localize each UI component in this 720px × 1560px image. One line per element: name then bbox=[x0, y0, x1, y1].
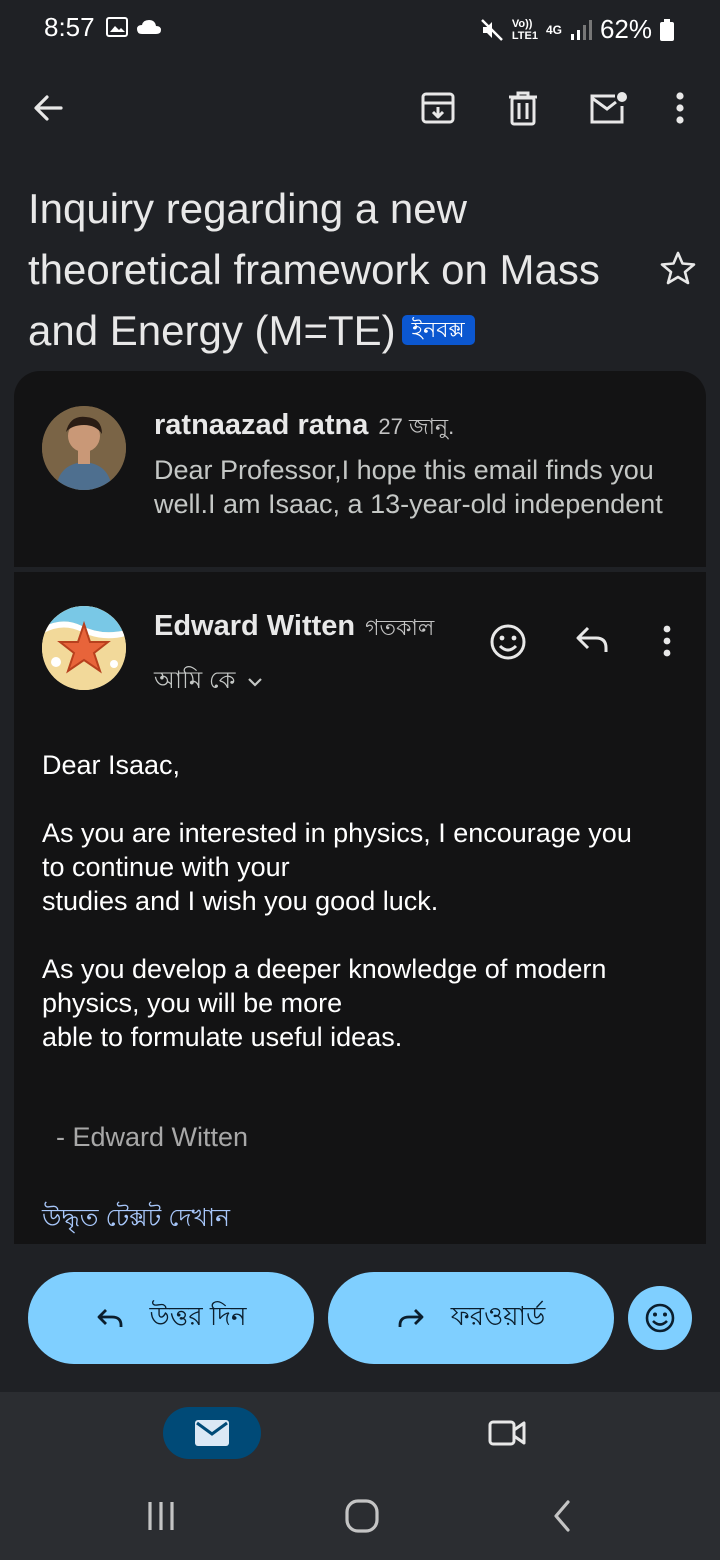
battery-percent: 62% bbox=[599, 14, 652, 44]
inbox-label-badge[interactable]: ইনবক্স bbox=[401, 314, 475, 345]
clock: 8:57 bbox=[44, 12, 95, 42]
signature: - Edward Witten bbox=[56, 1122, 249, 1152]
avatar[interactable] bbox=[42, 406, 126, 490]
star-icon[interactable] bbox=[656, 246, 700, 290]
sender-line: Edward Witten গতকাল bbox=[154, 610, 434, 648]
mail-tab[interactable] bbox=[163, 1407, 261, 1459]
network-type-label: Vo)) LTE1 bbox=[511, 17, 538, 42]
message-card-expanded: Edward Witten গতকাল আমি কে Dear Isaac, As… bbox=[14, 572, 706, 1244]
home-icon[interactable] bbox=[344, 1498, 380, 1534]
reply-label: উত্তর দিন bbox=[149, 1301, 247, 1331]
sender-line: ratnaazad ratna 27 জানু. bbox=[154, 409, 454, 447]
mail-icon bbox=[194, 1419, 230, 1447]
battery-icon bbox=[660, 18, 674, 41]
back-arrow-icon[interactable] bbox=[22, 82, 74, 134]
network-4g-label: 4G bbox=[545, 22, 562, 37]
status-bar: 8:57 Vo)) LTE1 4G 62% bbox=[0, 0, 720, 56]
reply-icon bbox=[96, 1307, 124, 1329]
forward-label: ফরওয়ার্ড bbox=[450, 1301, 546, 1331]
react-emoji-button[interactable] bbox=[628, 1286, 692, 1350]
delete-icon[interactable] bbox=[497, 82, 549, 134]
sender-name: Edward Witten bbox=[154, 610, 356, 642]
emoji-reaction-icon[interactable] bbox=[488, 620, 528, 664]
meet-video-icon[interactable] bbox=[487, 1416, 527, 1448]
cloud-icon bbox=[136, 18, 162, 36]
more-vert-icon[interactable] bbox=[654, 82, 706, 134]
archive-icon[interactable] bbox=[412, 82, 464, 134]
recent-apps-icon[interactable] bbox=[144, 1498, 178, 1534]
message-card-collapsed[interactable]: ratnaazad ratna 27 জানু. Dear Professor,I… bbox=[14, 371, 706, 567]
message-date: গতকাল bbox=[365, 615, 435, 640]
recipient-toggle[interactable]: আমি কে bbox=[154, 662, 263, 702]
forward-button[interactable]: ফরওয়ার্ড bbox=[328, 1272, 614, 1364]
email-subject: Inquiry regarding a new theoretical fram… bbox=[28, 178, 638, 361]
bottom-navigation bbox=[0, 1392, 720, 1560]
message-more-icon[interactable] bbox=[662, 624, 672, 658]
emoji-icon bbox=[643, 1301, 677, 1335]
forward-icon bbox=[397, 1307, 425, 1329]
subject-text: Inquiry regarding a new theoretical fram… bbox=[28, 185, 600, 354]
greeting: Dear Isaac, bbox=[42, 750, 181, 780]
signal-icon bbox=[570, 19, 592, 41]
status-right: Vo)) LTE1 4G 62% bbox=[480, 14, 674, 45]
reply-button[interactable]: উত্তর দিন bbox=[28, 1272, 314, 1364]
reply-icon[interactable] bbox=[574, 624, 610, 656]
back-nav-icon[interactable] bbox=[550, 1498, 574, 1534]
message-date: 27 জানু. bbox=[378, 414, 455, 439]
mark-unread-icon[interactable] bbox=[582, 82, 634, 134]
message-snippet: Dear Professor,I hope this email finds y… bbox=[154, 455, 663, 519]
recipient-label: আমি কে bbox=[154, 667, 236, 694]
message-body: Dear Isaac, As you are interested in phy… bbox=[42, 748, 692, 1054]
show-quoted-text-link[interactable]: উদ্ধৃত টেক্সট দেখান bbox=[42, 1198, 230, 1241]
mute-icon bbox=[480, 18, 504, 42]
sender-name: ratnaazad ratna bbox=[154, 409, 369, 441]
chevron-down-icon bbox=[247, 677, 263, 687]
gallery-notification-icon bbox=[106, 17, 128, 37]
avatar[interactable] bbox=[42, 606, 126, 690]
